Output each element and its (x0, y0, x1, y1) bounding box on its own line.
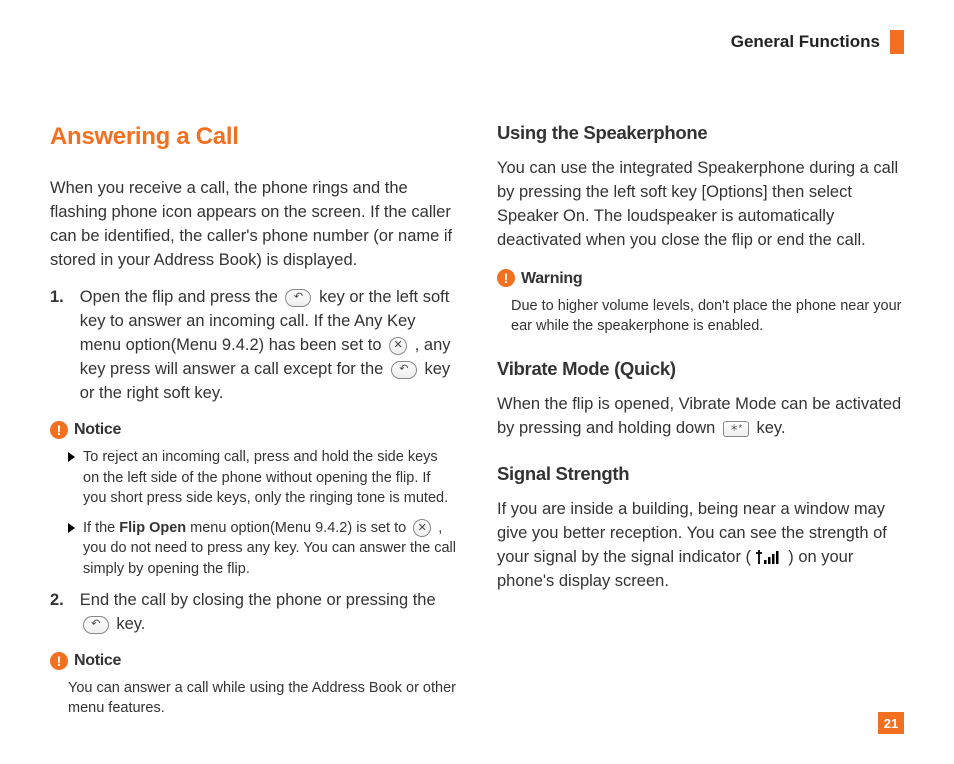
step-number: 1. (50, 286, 64, 406)
page-number: 21 (878, 712, 904, 734)
notice-heading-1: ! Notice (50, 418, 457, 441)
intro-paragraph: When you receive a call, the phone rings… (50, 177, 457, 273)
header-accent-bar (890, 30, 904, 54)
step-2: 2. End the call by closing the phone or … (50, 589, 457, 637)
step-2-text-b: key. (116, 615, 145, 633)
notice-bullet-2: If the Flip Open menu option(Menu 9.4.2)… (50, 518, 457, 579)
warning-text: Due to higher volume levels, don't place… (497, 296, 904, 337)
header-title: General Functions (731, 32, 880, 52)
x-key-icon: ✕ (389, 337, 407, 355)
star-key-icon: ＊* (723, 421, 749, 437)
section-vibrate: Vibrate Mode (Quick) When the flip is op… (497, 356, 904, 441)
vibrate-paragraph: When the flip is opened, Vibrate Mode ca… (497, 393, 904, 441)
page-header: General Functions (731, 30, 904, 54)
notice-label: Notice (74, 418, 121, 441)
signal-bars-icon (756, 550, 784, 564)
content-columns: Answering a Call When you receive a call… (50, 120, 904, 733)
alert-icon: ! (50, 421, 68, 439)
notice-heading-2: ! Notice (50, 649, 457, 672)
step-1: 1. Open the flip and press the ↶ key or … (50, 286, 457, 406)
send-key-icon: ↶ (285, 289, 311, 307)
warning-heading: ! Warning (497, 267, 904, 290)
notice-bullet-1: To reject an incoming call, press and ho… (50, 447, 457, 508)
notice-label: Notice (74, 649, 121, 672)
alert-icon: ! (497, 269, 515, 287)
triangle-bullet-icon (68, 523, 75, 533)
right-column: Using the Speakerphone You can use the i… (497, 120, 904, 733)
signal-paragraph: If you are inside a building, being near… (497, 498, 904, 594)
warning-label: Warning (521, 267, 582, 290)
step-2-text-a: End the call by closing the phone or pre… (80, 591, 436, 609)
step-number: 2. (50, 589, 64, 637)
alert-icon: ! (50, 652, 68, 670)
send-key-icon: ↶ (391, 361, 417, 379)
x-key-icon: ✕ (413, 519, 431, 537)
step-1-body: Open the flip and press the ↶ key or the… (68, 286, 457, 406)
section-signal: Signal Strength If you are inside a buil… (497, 461, 904, 594)
notice-bullet-1-text: To reject an incoming call, press and ho… (83, 447, 457, 508)
heading-speakerphone: Using the Speakerphone (497, 120, 904, 147)
send-key-icon: ↶ (83, 616, 109, 634)
notice-2-text: You can answer a call while using the Ad… (50, 678, 457, 719)
heading-signal: Signal Strength (497, 461, 904, 488)
section-heading-answering-call: Answering a Call (50, 120, 457, 155)
heading-vibrate: Vibrate Mode (Quick) (497, 356, 904, 383)
section-speakerphone: Using the Speakerphone You can use the i… (497, 120, 904, 336)
step-2-body: End the call by closing the phone or pre… (68, 589, 457, 637)
speakerphone-paragraph: You can use the integrated Speakerphone … (497, 157, 904, 253)
step-1-text-a: Open the flip and press the (80, 288, 283, 306)
notice-bullet-2-text: If the Flip Open menu option(Menu 9.4.2)… (83, 518, 457, 579)
left-column: Answering a Call When you receive a call… (50, 120, 457, 733)
triangle-bullet-icon (68, 452, 75, 462)
